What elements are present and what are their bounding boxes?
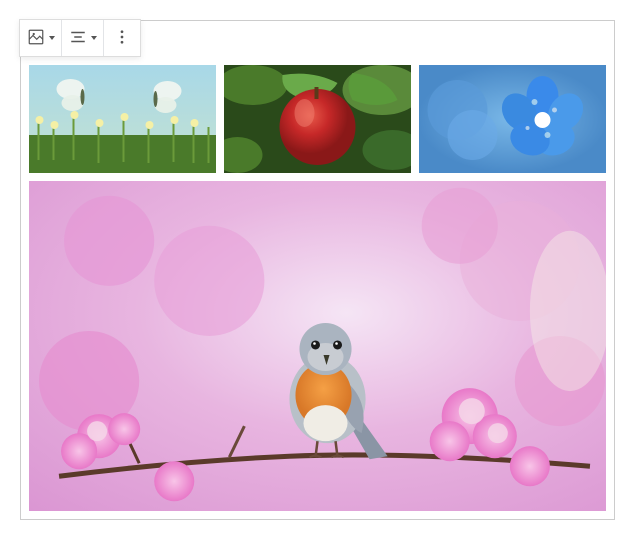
gallery-row-2 <box>29 181 606 511</box>
gallery-item-blue-flower[interactable] <box>419 65 606 173</box>
block-type-button[interactable] <box>20 20 62 56</box>
gallery-item-apple[interactable] <box>224 65 411 173</box>
image-robin <box>29 181 606 511</box>
gallery-icon <box>27 28 45 49</box>
gallery-block[interactable] <box>20 20 615 520</box>
gallery-item-robin[interactable] <box>29 181 606 511</box>
chevron-down-icon <box>91 36 97 40</box>
image-apple <box>224 65 411 173</box>
align-center-icon <box>69 28 87 49</box>
gallery-block-wrapper <box>20 20 615 520</box>
gallery-item-butterflies[interactable] <box>29 65 216 173</box>
image-butterflies <box>29 65 216 173</box>
ellipsis-icon <box>113 28 131 49</box>
gallery-row-1 <box>29 65 606 173</box>
align-button[interactable] <box>62 20 104 56</box>
chevron-down-icon <box>49 36 55 40</box>
more-options-button[interactable] <box>104 20 140 56</box>
block-toolbar <box>19 19 141 57</box>
image-blue-flower <box>419 65 606 173</box>
